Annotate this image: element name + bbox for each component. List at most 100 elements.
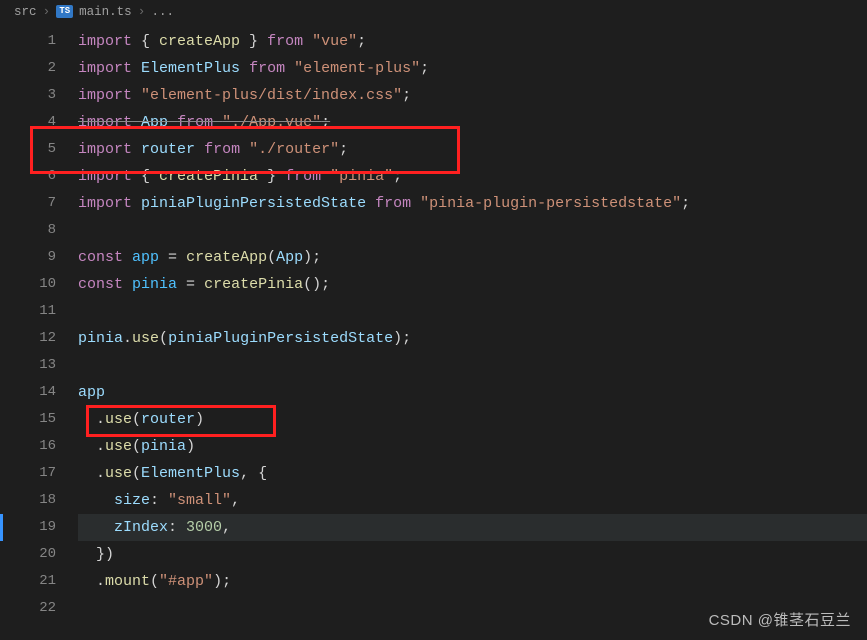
code-token: : <box>150 492 168 509</box>
code-editor[interactable]: 12345678910111213141516171819202122 impo… <box>0 24 867 622</box>
code-token <box>366 195 375 212</box>
code-token: ; <box>402 87 411 104</box>
code-line[interactable]: const app = createApp(App); <box>78 244 867 271</box>
code-token: import <box>78 141 132 158</box>
code-line[interactable]: .use(pinia) <box>78 433 867 460</box>
code-line[interactable]: pinia.use(piniaPluginPersistedState); <box>78 325 867 352</box>
code-line[interactable]: .use(ElementPlus, { <box>78 460 867 487</box>
code-token: from <box>285 168 321 185</box>
code-token: App <box>141 114 168 131</box>
breadcrumb[interactable]: src › TS main.ts › ... <box>0 0 867 24</box>
line-number: 3 <box>0 82 78 109</box>
code-token: "element-plus/dist/index.css" <box>141 87 402 104</box>
code-line[interactable]: import ElementPlus from "element-plus"; <box>78 55 867 82</box>
code-line[interactable] <box>78 352 867 379</box>
code-token: "pinia" <box>330 168 393 185</box>
code-token: router <box>141 411 195 428</box>
code-token: ); <box>213 573 231 590</box>
code-token: use <box>105 411 132 428</box>
code-token: import <box>78 168 132 185</box>
code-token: { <box>132 33 159 50</box>
code-token: "#app" <box>159 573 213 590</box>
code-line[interactable]: app <box>78 379 867 406</box>
code-token: app <box>132 249 159 266</box>
code-line[interactable]: import piniaPluginPersistedState from "p… <box>78 190 867 217</box>
code-token: : <box>168 519 186 536</box>
code-token: ; <box>681 195 690 212</box>
code-token <box>132 87 141 104</box>
code-token: ; <box>393 168 402 185</box>
code-line[interactable] <box>78 217 867 244</box>
breadcrumb-trail[interactable]: ... <box>151 5 174 19</box>
code-token: ( <box>132 411 141 428</box>
code-token <box>78 519 114 536</box>
code-token: "vue" <box>312 33 357 50</box>
code-token: use <box>105 438 132 455</box>
code-line[interactable]: }) <box>78 541 867 568</box>
code-token: ( <box>132 465 141 482</box>
code-token <box>132 195 141 212</box>
code-token: ) <box>186 438 195 455</box>
code-token: import <box>78 114 132 131</box>
breadcrumb-file[interactable]: main.ts <box>79 5 132 19</box>
code-line[interactable]: .mount("#app"); <box>78 568 867 595</box>
line-number: 14 <box>0 379 78 406</box>
breadcrumb-folder[interactable]: src <box>14 5 37 19</box>
line-number: 7 <box>0 190 78 217</box>
code-line[interactable]: import { createApp } from "vue"; <box>78 28 867 55</box>
code-token: from <box>375 195 411 212</box>
line-number-gutter: 12345678910111213141516171819202122 <box>0 28 78 622</box>
code-token: from <box>177 114 213 131</box>
code-token: from <box>204 141 240 158</box>
code-line[interactable]: const pinia = createPinia(); <box>78 271 867 298</box>
code-line[interactable]: import { createPinia } from "pinia"; <box>78 163 867 190</box>
code-token <box>411 195 420 212</box>
line-number: 9 <box>0 244 78 271</box>
code-line[interactable]: import router from "./router"; <box>78 136 867 163</box>
code-token <box>213 114 222 131</box>
code-token: }) <box>78 546 114 563</box>
code-token: ( <box>132 438 141 455</box>
active-line-indicator <box>0 514 3 541</box>
code-token: { <box>132 168 159 185</box>
code-token: . <box>123 330 132 347</box>
code-token: . <box>78 438 105 455</box>
line-number: 8 <box>0 217 78 244</box>
code-token: size <box>114 492 150 509</box>
line-number: 12 <box>0 325 78 352</box>
code-line[interactable]: size: "small", <box>78 487 867 514</box>
code-token: createApp <box>159 33 240 50</box>
code-token: = <box>159 249 186 266</box>
code-token: (); <box>303 276 330 293</box>
code-token: pinia <box>141 438 186 455</box>
code-line[interactable]: import App from "./App.vue"; <box>78 109 867 136</box>
line-number: 5 <box>0 136 78 163</box>
code-area[interactable]: import { createApp } from "vue";import E… <box>78 28 867 622</box>
chevron-right-icon: › <box>138 4 146 19</box>
ts-badge-icon: TS <box>56 5 73 18</box>
code-line[interactable]: .use(router) <box>78 406 867 433</box>
code-token: , <box>231 492 240 509</box>
code-token: = <box>177 276 204 293</box>
code-token: import <box>78 195 132 212</box>
code-token: import <box>78 60 132 77</box>
code-token: "./App.vue" <box>222 114 321 131</box>
code-token: "pinia-plugin-persistedstate" <box>420 195 681 212</box>
code-token: pinia <box>78 330 123 347</box>
code-token: , { <box>240 465 267 482</box>
line-number: 18 <box>0 487 78 514</box>
line-number: 19 <box>0 514 78 541</box>
code-line[interactable]: zIndex: 3000, <box>78 514 867 541</box>
code-line[interactable] <box>78 298 867 325</box>
code-token: , <box>222 519 231 536</box>
code-token <box>303 33 312 50</box>
line-number: 13 <box>0 352 78 379</box>
code-token: } <box>258 168 285 185</box>
code-token: from <box>267 33 303 50</box>
code-token: ) <box>195 411 204 428</box>
code-token: createPinia <box>159 168 258 185</box>
code-line[interactable]: import "element-plus/dist/index.css"; <box>78 82 867 109</box>
chevron-right-icon: › <box>43 4 51 19</box>
code-token <box>78 492 114 509</box>
code-token: import <box>78 33 132 50</box>
